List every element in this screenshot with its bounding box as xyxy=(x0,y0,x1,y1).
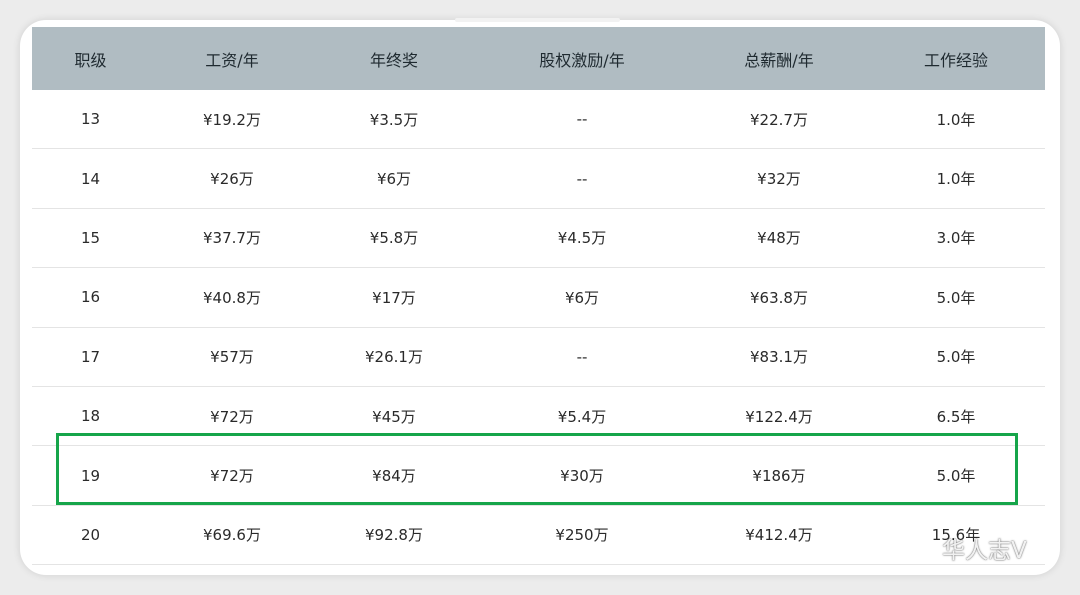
salary-table: 职级 工资/年 年终奖 股权激励/年 总薪酬/年 工作经验 13 ¥19.2万 … xyxy=(32,27,1045,566)
cell-salary: ¥19.2万 xyxy=(149,90,315,150)
table-row: 20 ¥69.6万 ¥92.8万 ¥250万 ¥412.4万 15.6年 xyxy=(32,505,1045,566)
cell-level: 18 xyxy=(32,386,149,447)
cell-experience: 1.0年 xyxy=(867,90,1045,150)
cell-total: ¥63.8万 xyxy=(691,267,867,328)
cell-experience: 5.0年 xyxy=(867,445,1045,506)
cell-experience: 3.0年 xyxy=(867,208,1045,269)
cell-bonus: ¥92.8万 xyxy=(315,505,473,566)
cell-total: ¥32万 xyxy=(691,148,867,209)
table-row: 14 ¥26万 ¥6万 -- ¥32万 1.0年 xyxy=(32,148,1045,209)
cell-salary: ¥69.6万 xyxy=(149,505,315,566)
watermark-text: 华人志V xyxy=(942,538,1027,564)
cell-level: 17 xyxy=(32,327,149,387)
header-row: 职级 工资/年 年终奖 股权激励/年 总薪酬/年 工作经验 xyxy=(32,27,1045,90)
cell-total: ¥186万 xyxy=(691,445,867,506)
cell-experience: 5.0年 xyxy=(867,327,1045,387)
table-row: 16 ¥40.8万 ¥17万 ¥6万 ¥63.8万 5.0年 xyxy=(32,267,1045,328)
header-cell-level: 职级 xyxy=(32,27,149,90)
cell-bonus: ¥3.5万 xyxy=(315,90,473,150)
cell-salary: ¥40.8万 xyxy=(149,267,315,328)
table-body: 13 ¥19.2万 ¥3.5万 -- ¥22.7万 1.0年 14 ¥26万 ¥… xyxy=(32,90,1045,566)
cell-bonus: ¥5.8万 xyxy=(315,208,473,269)
cell-level: 16 xyxy=(32,267,149,328)
cell-experience: 1.0年 xyxy=(867,148,1045,209)
cell-salary: ¥26万 xyxy=(149,148,315,209)
cell-total: ¥412.4万 xyxy=(691,505,867,566)
cell-experience: 6.5年 xyxy=(867,386,1045,447)
table-header: 职级 工资/年 年终奖 股权激励/年 总薪酬/年 工作经验 xyxy=(32,27,1045,90)
cell-equity: -- xyxy=(473,90,691,150)
cell-bonus: ¥26.1万 xyxy=(315,327,473,387)
cell-total: ¥22.7万 xyxy=(691,90,867,150)
cell-equity: ¥250万 xyxy=(473,505,691,566)
cell-total: ¥48万 xyxy=(691,208,867,269)
cell-level: 13 xyxy=(32,90,149,150)
cell-bonus: ¥17万 xyxy=(315,267,473,328)
cell-salary: ¥72万 xyxy=(149,445,315,506)
table-row-highlighted: 19 ¥72万 ¥84万 ¥30万 ¥186万 5.0年 xyxy=(32,445,1045,506)
header-cell-bonus: 年终奖 xyxy=(315,27,473,90)
header-cell-experience: 工作经验 xyxy=(867,27,1045,90)
table-row: 18 ¥72万 ¥45万 ¥5.4万 ¥122.4万 6.5年 xyxy=(32,386,1045,447)
cell-bonus: ¥45万 xyxy=(315,386,473,447)
cell-level: 19 xyxy=(32,445,149,506)
cell-salary: ¥37.7万 xyxy=(149,208,315,269)
cell-level: 20 xyxy=(32,505,149,566)
cell-equity: ¥4.5万 xyxy=(473,208,691,269)
header-cell-total: 总薪酬/年 xyxy=(691,27,867,90)
cell-equity: ¥5.4万 xyxy=(473,386,691,447)
cell-equity: -- xyxy=(473,148,691,209)
wechat-icon xyxy=(902,533,938,563)
cell-bonus: ¥6万 xyxy=(315,148,473,209)
top-tab-strip xyxy=(455,18,620,22)
cell-equity: ¥30万 xyxy=(473,445,691,506)
watermark: 华人志V xyxy=(902,532,1027,564)
header-cell-equity: 股权激励/年 xyxy=(473,27,691,90)
cell-level: 15 xyxy=(32,208,149,269)
cell-bonus: ¥84万 xyxy=(315,445,473,506)
cell-salary: ¥57万 xyxy=(149,327,315,387)
cell-level: 14 xyxy=(32,148,149,209)
cell-total: ¥83.1万 xyxy=(691,327,867,387)
cell-equity: ¥6万 xyxy=(473,267,691,328)
cell-salary: ¥72万 xyxy=(149,386,315,447)
cell-experience: 5.0年 xyxy=(867,267,1045,328)
table-row: 15 ¥37.7万 ¥5.8万 ¥4.5万 ¥48万 3.0年 xyxy=(32,208,1045,269)
header-cell-salary: 工资/年 xyxy=(149,27,315,90)
cell-total: ¥122.4万 xyxy=(691,386,867,447)
table-row: 13 ¥19.2万 ¥3.5万 -- ¥22.7万 1.0年 xyxy=(32,90,1045,150)
cell-equity: -- xyxy=(473,327,691,387)
table-row: 17 ¥57万 ¥26.1万 -- ¥83.1万 5.0年 xyxy=(32,327,1045,387)
